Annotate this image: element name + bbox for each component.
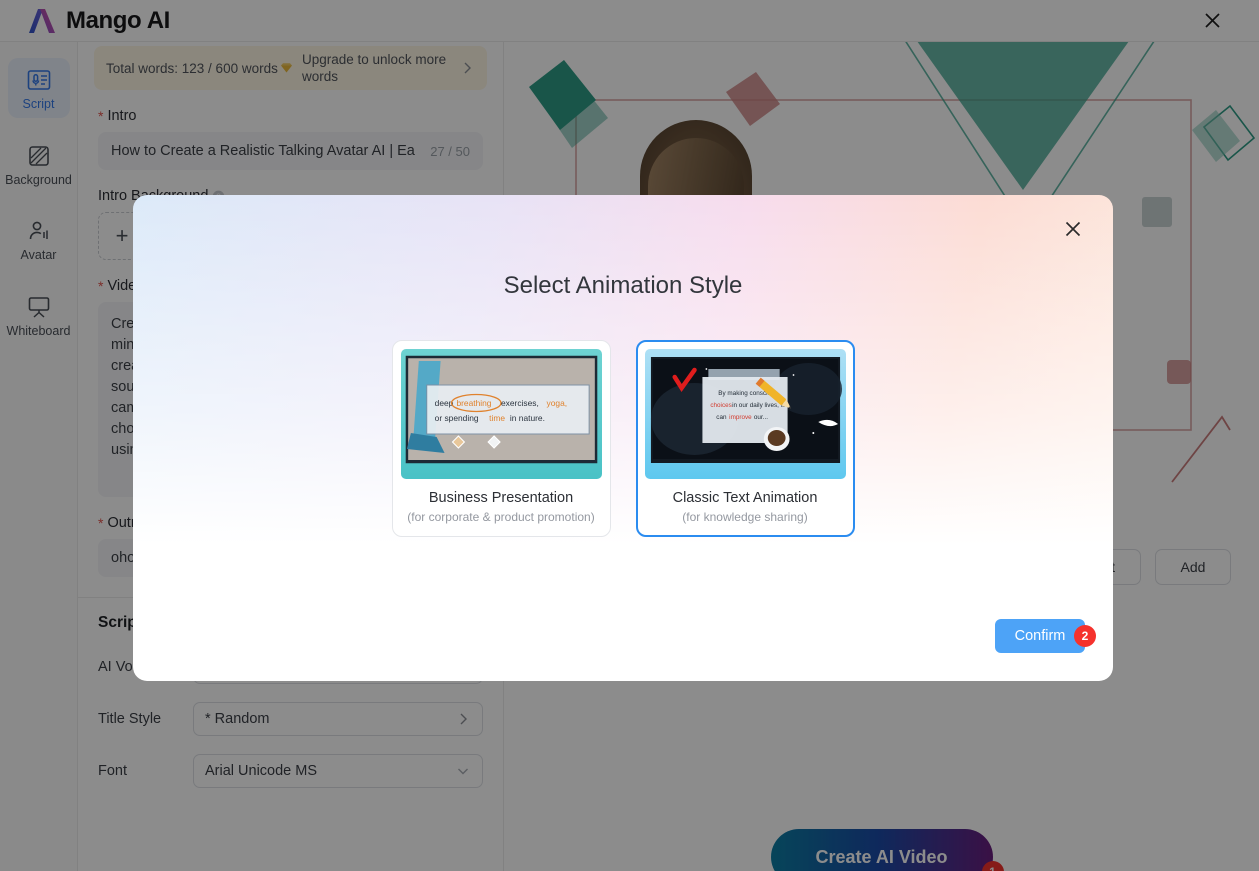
svg-text:improve: improve [729,414,752,421]
dialog-title: Select Animation Style [503,272,743,299]
svg-text:can: can [716,414,727,421]
option-title: Classic Text Animation [672,490,818,506]
app-root: Mango AI Script Background Avatar Whiteb… [0,0,1259,871]
business-presentation-thumbnail: deep breathing exercises, yoga, or spend… [400,349,602,479]
animation-style-dialog: Select Animation Style deep breathing ex… [133,195,1113,681]
classic-text-animation-thumbnail: By making conscious choices in our daily… [644,349,846,479]
animation-style-options: deep breathing exercises, yoga, or spend… [133,340,1113,537]
svg-text:our...: our... [753,414,767,421]
svg-text:yoga,: yoga, [546,398,567,408]
confirm-button[interactable]: Confirm 2 [995,619,1096,653]
dialog-footer: Confirm 2 [995,619,1096,653]
step-badge-2: 2 [1074,625,1096,647]
close-glyph [1065,221,1081,237]
svg-text:time: time [489,413,505,423]
svg-text:or spending: or spending [434,413,478,423]
svg-text:exercises,: exercises, [501,398,539,408]
option-card-business-presentation[interactable]: deep breathing exercises, yoga, or spend… [391,340,611,537]
svg-text:in nature.: in nature. [509,413,544,423]
confirm-label: Confirm [1014,628,1066,644]
option-title: Business Presentation [428,490,574,506]
option-subtitle: (for knowledge sharing) [682,510,808,524]
option-card-classic-text-animation[interactable]: By making conscious choices in our daily… [635,340,855,537]
svg-text:breathing: breathing [456,398,491,408]
svg-text:choices: choices [710,402,731,409]
option-subtitle: (for corporate & product promotion) [407,510,595,524]
close-icon[interactable] [1059,215,1087,243]
svg-text:deep: deep [434,398,453,408]
